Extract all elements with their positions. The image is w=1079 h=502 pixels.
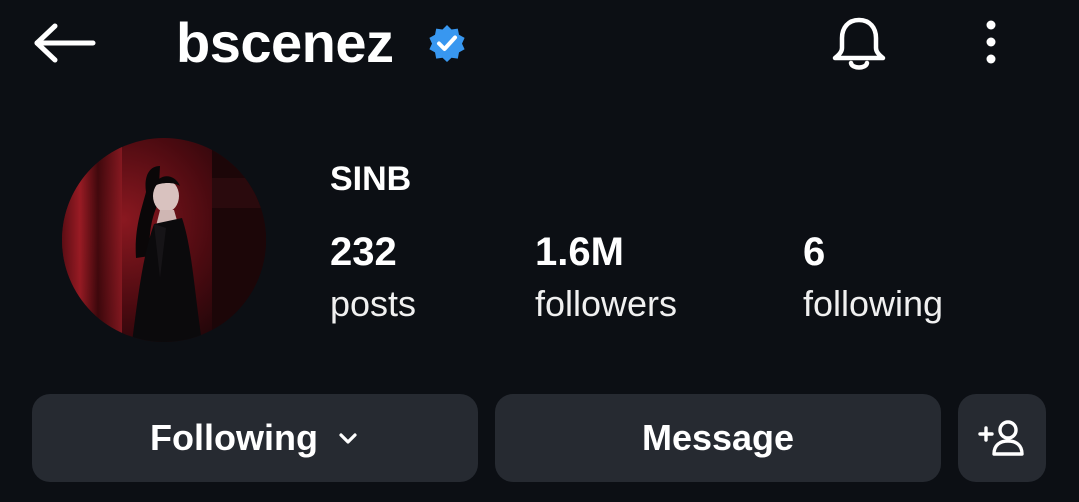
stat-label: followers <box>535 283 678 324</box>
message-button[interactable]: Message <box>495 394 941 482</box>
bell-icon[interactable] <box>828 14 890 74</box>
following-button[interactable]: Following <box>32 394 478 482</box>
add-person-icon <box>977 418 1027 458</box>
stat-following[interactable]: 6 following <box>803 228 943 328</box>
chevron-down-icon <box>336 426 360 450</box>
avatar[interactable] <box>62 138 266 342</box>
following-button-label: Following <box>150 417 318 458</box>
suggested-people-button[interactable] <box>958 394 1046 482</box>
stat-label: posts <box>330 283 417 324</box>
message-button-label: Message <box>641 417 795 458</box>
back-arrow-icon[interactable] <box>32 16 98 70</box>
verified-badge-icon <box>428 24 466 62</box>
profile-username[interactable]: bscenez <box>176 12 394 74</box>
stat-followers[interactable]: 1.6M followers <box>535 228 677 328</box>
more-vertical-icon[interactable] <box>975 18 1007 68</box>
stat-posts[interactable]: 232 posts <box>330 228 416 328</box>
profile-page: bscenez SINB 232 posts 1.6M followers 6 … <box>0 0 1079 502</box>
stat-label: following <box>803 283 944 324</box>
display-name: SINB <box>330 160 412 198</box>
stat-value: 232 <box>330 230 397 274</box>
stat-value: 6 <box>803 230 826 274</box>
stat-value: 1.6M <box>535 230 624 274</box>
